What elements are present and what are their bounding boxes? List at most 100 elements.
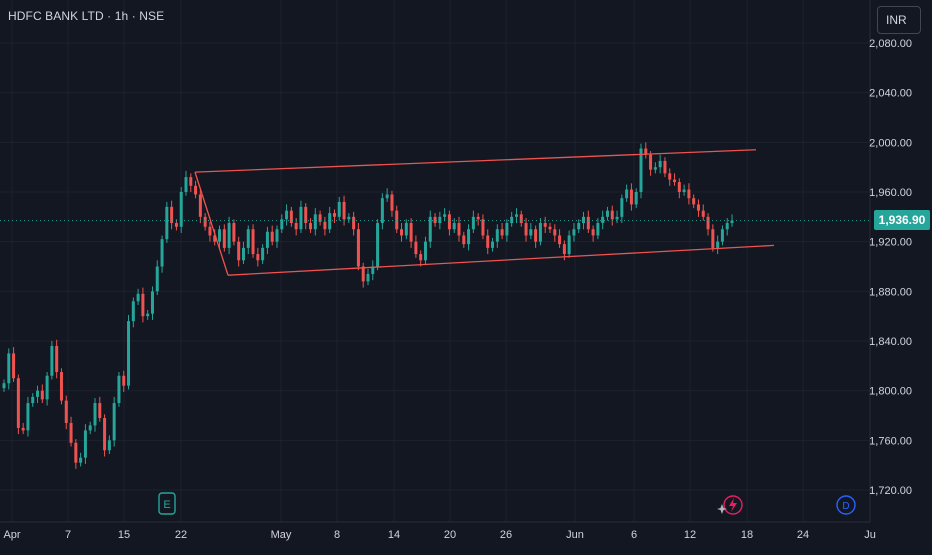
price-tick-label: 1,760.00: [869, 435, 912, 447]
candle-body: [347, 216, 351, 220]
candle-body: [467, 229, 471, 245]
earnings-marker-label: E: [163, 499, 170, 511]
candle-body: [7, 353, 11, 384]
candle-body: [634, 192, 638, 205]
candle-body: [21, 427, 25, 431]
candle-body: [572, 229, 576, 236]
candle-body: [529, 229, 533, 236]
candle-body: [103, 417, 107, 451]
price-tick-label: 2,000.00: [869, 137, 912, 149]
candle-body: [400, 229, 404, 236]
chart-background: [0, 0, 932, 550]
candle-body: [409, 223, 413, 242]
candle-body: [40, 390, 44, 400]
time-tick-label: 6: [631, 529, 637, 541]
time-tick-label: Jun: [566, 529, 584, 541]
candle-body: [342, 201, 346, 220]
candle-body: [629, 189, 633, 205]
candle-body: [639, 148, 643, 192]
candle-body: [491, 241, 495, 248]
time-tick-label: 24: [797, 529, 809, 541]
candle-body: [227, 223, 231, 248]
candle-body: [711, 229, 715, 248]
candle-body: [476, 216, 480, 220]
candle-body: [462, 235, 466, 245]
candle-body: [591, 229, 595, 236]
candle-body: [93, 403, 97, 426]
symbol-title[interactable]: HDFC BANK LTD · 1h · NSE: [8, 9, 164, 23]
candle-body: [136, 293, 140, 302]
candle-body: [299, 206, 303, 230]
candle-body: [160, 239, 164, 267]
candle-body: [98, 403, 102, 418]
candle-body: [117, 375, 121, 404]
candle-body: [725, 223, 729, 230]
candle-body: [553, 229, 557, 236]
candle-body: [45, 375, 49, 400]
candle-body: [567, 235, 571, 255]
candle-body: [246, 229, 250, 248]
candle-body: [419, 254, 423, 261]
candle-body: [543, 223, 547, 227]
candle-body: [433, 216, 437, 224]
candle-body: [548, 226, 552, 230]
candle-body: [658, 160, 662, 168]
time-tick-label: 18: [741, 529, 753, 541]
candle-body: [471, 216, 475, 230]
candle-body: [127, 321, 131, 386]
time-tick-label: 8: [334, 529, 340, 541]
candle-body: [706, 216, 710, 230]
candle-body: [692, 198, 696, 205]
candle-body: [615, 216, 619, 220]
time-tick-label: 26: [500, 529, 512, 541]
candle-body: [673, 179, 677, 183]
candle-body: [141, 293, 145, 317]
time-tick-label: 15: [118, 529, 130, 541]
candle-body: [562, 244, 566, 255]
candle-body: [165, 206, 169, 240]
candle-body: [12, 353, 16, 379]
candle-body: [203, 216, 207, 227]
candle-body: [16, 378, 20, 428]
candle-body: [649, 154, 653, 170]
price-tick-label: 2,040.00: [869, 88, 912, 100]
candle-body: [179, 192, 183, 227]
candle-body: [361, 266, 365, 282]
candle-body: [534, 229, 538, 242]
price-tick-label: 1,840.00: [869, 336, 912, 348]
candle-body: [538, 223, 542, 242]
candle-body: [428, 216, 432, 242]
candle-body: [510, 216, 514, 224]
candle-body: [696, 204, 700, 211]
candle-body: [495, 229, 499, 242]
candle-body: [653, 167, 657, 170]
time-tick-label: Apr: [3, 529, 20, 541]
time-tick-label: 14: [388, 529, 400, 541]
candle-body: [270, 231, 274, 242]
time-tick-label: 20: [444, 529, 456, 541]
candle-body: [194, 185, 198, 195]
candle-body: [524, 223, 528, 236]
candle-body: [677, 182, 681, 192]
time-tick-label: 7: [65, 529, 71, 541]
candle-body: [275, 229, 279, 242]
candle-body: [582, 216, 586, 224]
candle-body: [337, 201, 341, 217]
candle-body: [514, 214, 518, 217]
chart-area[interactable]: 1,720.00 1,760.00 1,800.00 1,840.00 1,880.00…: [0, 0, 932, 550]
candle-body: [414, 241, 418, 255]
candle-body: [189, 177, 193, 186]
price-chart[interactable]: 1,720.00 1,760.00 1,800.00 1,840.00 1,880.00…: [0, 0, 932, 550]
candle-body: [26, 403, 30, 431]
time-tick-label: 12: [684, 529, 696, 541]
candle-body: [423, 241, 427, 261]
price-tick-label: 1,960.00: [869, 187, 912, 199]
candle-body: [505, 223, 509, 236]
candle-body: [36, 390, 40, 397]
time-tick-label: Ju: [864, 529, 876, 541]
time-tick-label: May: [271, 529, 292, 541]
candle-body: [31, 396, 35, 404]
currency-button[interactable]: INR: [877, 6, 921, 34]
candle-body: [59, 372, 63, 401]
price-tick-label: 1,880.00: [869, 286, 912, 298]
